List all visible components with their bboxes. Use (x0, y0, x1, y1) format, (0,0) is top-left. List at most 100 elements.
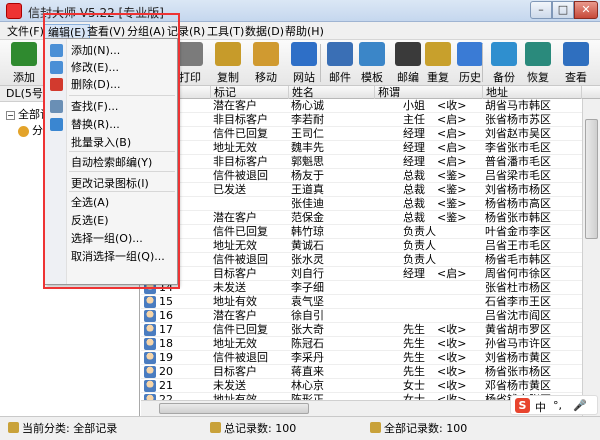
folder-icon (370, 422, 381, 433)
cell-address: 杨省杨市高区 (485, 197, 551, 210)
table-row[interactable]: 21 未发送 林心京 女士 <收> 邓省杨市黄区 (141, 379, 582, 393)
edit-menu-item[interactable]: 替换(R)... (71, 117, 120, 133)
contact-avatar-icon (144, 296, 156, 308)
toolbar-view-button[interactable]: 查看 (558, 42, 594, 84)
maximize-button[interactable]: □ (552, 1, 574, 19)
ime-punct[interactable]: °, (553, 399, 562, 412)
edit-menu-item[interactable]: 更改记录图标(I) (71, 176, 149, 192)
col-name[interactable]: 姓名 (289, 86, 375, 99)
cell-address: 李省张市毛区 (485, 141, 551, 154)
table-row[interactable]: 2非目标客户李若耐主任<启>张省杨市苏区 (141, 113, 582, 127)
toolbar-backup-button[interactable]: 备份 (486, 42, 522, 84)
cell-no: 21 (159, 379, 173, 392)
edit-menu-item[interactable]: 批量录入(B) (71, 135, 131, 151)
edit-menu-item[interactable]: 修改(E)... (71, 60, 119, 76)
ime-lang[interactable]: 中 (535, 399, 546, 415)
toolbar-copy-button[interactable]: 复制 (210, 42, 246, 84)
cell-title: 总裁 (403, 211, 425, 224)
cell-name: 杨心诚 (291, 99, 324, 112)
table-row[interactable]: 19 信件被退回 李采丹 先生 <收> 刘省杨市黄区 (141, 351, 582, 365)
cell-no: 15 (159, 295, 173, 308)
delete-record-icon (50, 78, 63, 91)
toolbar-add-button[interactable]: 添加 (6, 42, 42, 84)
status-category: 当前分类: 全部记录 (8, 422, 117, 436)
cell-salutation: <收> (437, 99, 467, 112)
table-row[interactable]: 13目标客户刘自行经理<启>周省何市徐区 (141, 267, 582, 281)
toolbar-restore-button[interactable]: 恢复 (520, 42, 556, 84)
cell-title: 小姐 (403, 99, 425, 112)
cell-no: 18 (159, 337, 173, 350)
table-row[interactable]: 3信件已回复王司仁经理<启>刘省赵市吴区 (141, 127, 582, 141)
table-row[interactable]: 1潜在客户杨心诚小姐<收>胡省马市韩区 (141, 99, 582, 113)
toolbar-duplicate-button[interactable]: 重复 (420, 42, 456, 84)
table-row[interactable]: 6信件被退回杨友于总裁<鉴>吕省梁市毛区 (141, 169, 582, 183)
table-row[interactable]: 15 地址有效 袁气坚 石省李市王区 (141, 295, 582, 309)
menu-file[interactable]: 文件(F) (4, 24, 47, 39)
copy-icon (215, 42, 241, 66)
toolbar-website-button[interactable]: 网站 (286, 42, 322, 84)
cell-no: 17 (159, 323, 173, 336)
cell-address: 杨省张市杨区 (485, 365, 551, 378)
table-row[interactable]: 8张佳迪总裁<鉴>杨省杨市高区 (141, 197, 582, 211)
edit-menu-item[interactable]: 反选(E) (71, 213, 109, 229)
microphone-icon[interactable]: 🎤 (573, 399, 587, 412)
edit-menu-item[interactable]: 删除(D)... (71, 77, 121, 93)
folder-icon (8, 422, 19, 433)
edit-menu-item[interactable]: 选择一组(O)... (71, 231, 143, 247)
menu-view[interactable]: 查看(V) (84, 24, 128, 39)
minimize-button[interactable]: – (530, 1, 552, 19)
table-row[interactable]: 9潜在客户范保金总裁<鉴>杨省张市韩区 (141, 211, 582, 225)
cell-address: 刘省杨市黄区 (485, 351, 551, 364)
cell-mark: 非目标客户 (213, 155, 268, 168)
cell-name: 王司仁 (291, 127, 324, 140)
menu-edit[interactable]: 编辑(E) (44, 24, 90, 39)
scroll-thumb[interactable] (159, 403, 309, 414)
cell-title: 女士 (403, 379, 425, 392)
add-record-icon (50, 44, 63, 57)
col-salutation[interactable]: 称谓 (375, 86, 483, 99)
collapse-icon[interactable]: − (6, 110, 15, 120)
vertical-scrollbar[interactable] (582, 99, 600, 416)
cell-mark: 信件被退回 (213, 253, 268, 266)
table-row[interactable]: 16 潜在客户 徐自引 吕省沈市阎区 (141, 309, 582, 323)
cell-salutation: <启> (437, 127, 467, 140)
col-address[interactable]: 地址 (483, 86, 582, 99)
table-row[interactable]: 12信件被退回张水灵负责人杨省毛市韩区 (141, 253, 582, 267)
table-row[interactable]: 17 信件已回复 张大奇 先生 <收> 黄省胡市罗区 (141, 323, 582, 337)
table-row[interactable]: 14 未发送 李子细 张省杜市杨区 (141, 281, 582, 295)
table-row[interactable]: 10信件已回复韩竹琼负责人叶省金市李区 (141, 225, 582, 239)
cell-address: 周省何市徐区 (485, 267, 551, 280)
menu-group[interactable]: 分组(A) (124, 24, 168, 39)
table-row[interactable]: 5非目标客户郭魁思经理<启>普省潘市毛区 (141, 155, 582, 169)
window-title: 信封大师 V5.22 [专业版] (28, 6, 164, 20)
cell-salutation: <启> (437, 267, 467, 280)
toolbar-label: 复制 (217, 71, 239, 84)
menu-data[interactable]: 数据(D) (242, 24, 287, 39)
table-row[interactable]: 7已发送王道真总裁<鉴>刘省杨市杨区 (141, 183, 582, 197)
cell-address: 胡省马市韩区 (485, 99, 551, 112)
toolbar-mail-button[interactable]: 邮件 (322, 42, 358, 84)
close-button[interactable]: ✕ (574, 1, 598, 19)
menu-tools[interactable]: 工具(T) (204, 24, 247, 39)
toolbar-template-button[interactable]: 模板 (354, 42, 390, 84)
scroll-thumb[interactable] (585, 119, 598, 239)
ime-toolbar[interactable]: S 中 °, 🎤 (510, 395, 598, 415)
table-row[interactable]: 20 目标客户 蒋直来 先生 <收> 杨省张市杨区 (141, 365, 582, 379)
cell-title: 总裁 (403, 183, 425, 196)
table-row[interactable]: 18 地址无效 陈冠石 先生 <收> 孙省马市许区 (141, 337, 582, 351)
table-row[interactable]: 11地址无效黄诚石负责人吕省王市毛区 (141, 239, 582, 253)
toolbar-move-button[interactable]: 移动 (248, 42, 284, 84)
edit-menu-item[interactable]: 全选(A) (71, 195, 109, 211)
col-mark[interactable]: 标记 (211, 86, 289, 99)
edit-menu-item[interactable]: 添加(N)... (71, 43, 120, 59)
print-icon (177, 42, 203, 66)
edit-menu-item[interactable]: 取消选择一组(Q)... (71, 249, 165, 265)
cell-title: 经理 (403, 155, 425, 168)
table-row[interactable]: 4地址无效魏丰先经理<启>李省张市毛区 (141, 141, 582, 155)
backup-icon (491, 42, 517, 66)
menu-record[interactable]: 记录(R) (164, 24, 208, 39)
edit-menu-item[interactable]: 自动检索邮编(Y) (71, 155, 152, 171)
edit-menu-item[interactable]: 查找(F)... (71, 99, 118, 115)
menu-help[interactable]: 帮助(H) (282, 24, 327, 39)
history-icon (457, 42, 483, 66)
